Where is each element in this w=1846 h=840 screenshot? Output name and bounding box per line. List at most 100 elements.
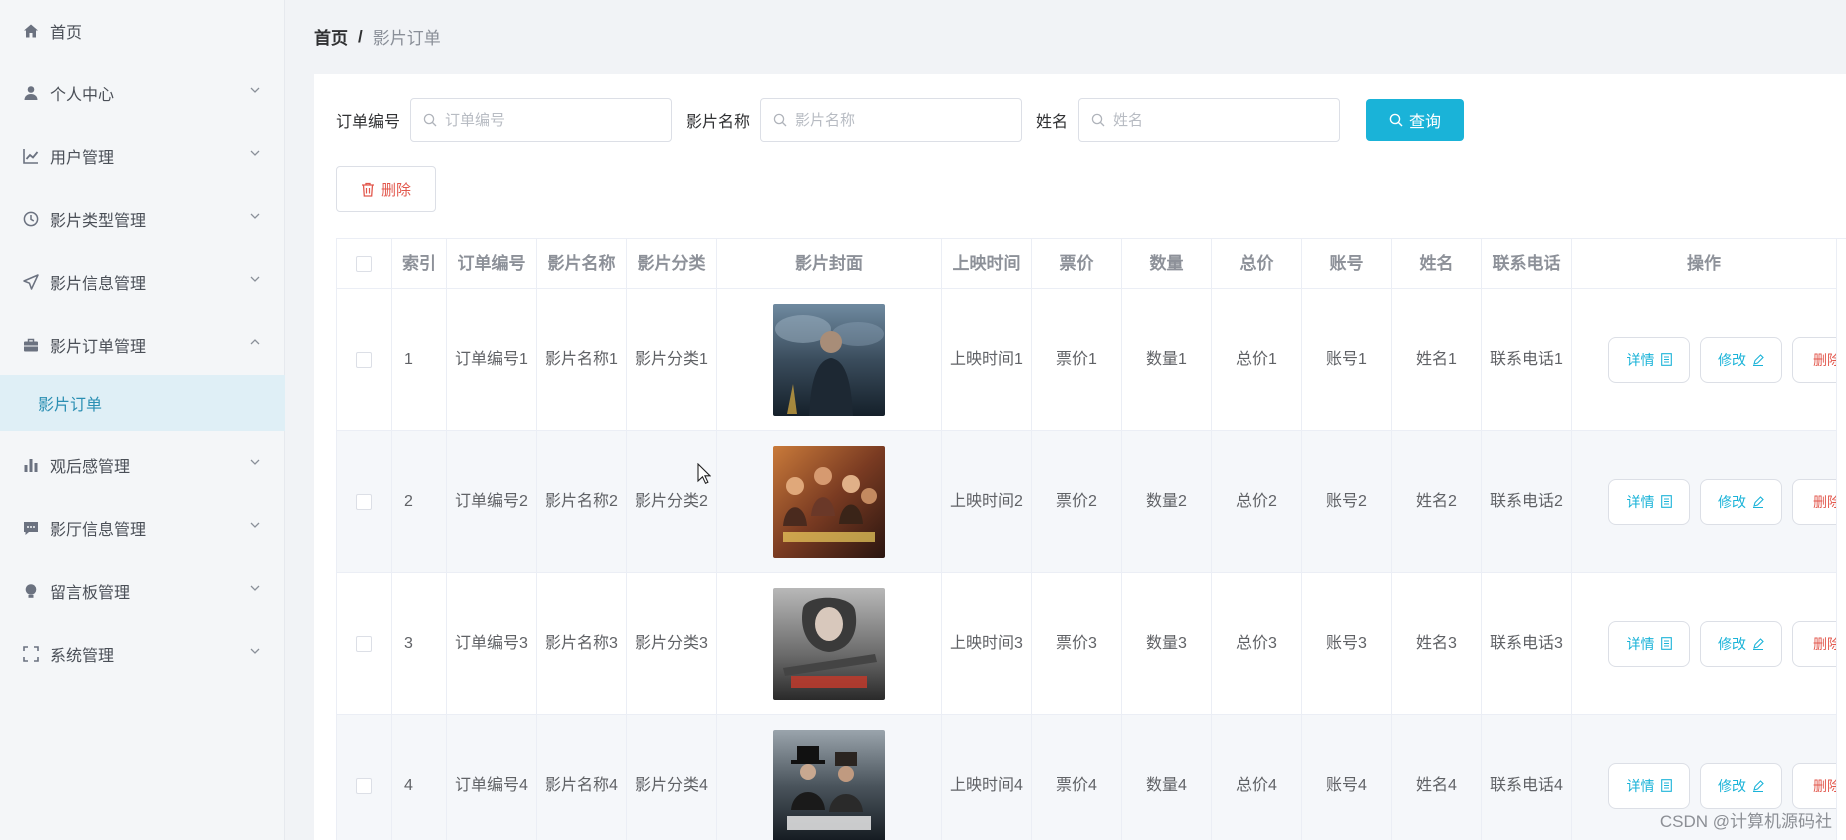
header-cell: 总价 — [1212, 239, 1302, 289]
detail-button-label: 详情 — [1626, 493, 1655, 510]
sidebar-item-label: 系统管理 — [50, 648, 115, 665]
order-no-cell: 订单编号1 — [447, 289, 537, 431]
sidebar-subitem-movie-order[interactable]: 影片订单 — [0, 375, 285, 431]
fullscreen-icon — [22, 645, 40, 663]
watermark: CSDN @计算机源码社 — [1659, 812, 1832, 831]
remove-button[interactable]: 删除 — [1792, 336, 1836, 383]
edit-button[interactable]: 修改 — [1700, 762, 1782, 809]
header-cell: 票价 — [1032, 239, 1122, 289]
row-select-cell — [337, 289, 392, 431]
header-cell: 影片封面 — [717, 239, 942, 289]
index-cell: 3 — [392, 573, 447, 715]
chevron-down-icon — [250, 585, 260, 591]
cover-cell — [717, 289, 942, 431]
sidebar-item-label: 影片信息管理 — [50, 276, 147, 293]
release-time-cell: 上映时间3 — [942, 573, 1032, 715]
chevron-down-icon — [250, 213, 260, 219]
detail-button-label: 详情 — [1626, 777, 1655, 794]
order-no-cell: 订单编号2 — [447, 431, 537, 573]
chevron-down-icon — [250, 276, 260, 282]
cover-cell — [717, 573, 942, 715]
query-button-label: 查询 — [1409, 114, 1442, 131]
movie-cover-image[interactable] — [773, 445, 885, 558]
remove-button-label: 删除 — [1813, 777, 1836, 794]
sidebar-item-system-management[interactable]: 系统管理 — [0, 623, 285, 685]
row-checkbox[interactable] — [356, 635, 372, 652]
edit-button[interactable]: 修改 — [1700, 336, 1782, 383]
sidebar-item-message-board-management[interactable]: 留言板管理 — [0, 560, 285, 622]
name-input-wrapper — [1078, 98, 1341, 142]
briefcase-icon — [22, 336, 40, 354]
sidebar-item-review-management[interactable]: 观后感管理 — [0, 434, 285, 496]
delete-button[interactable]: 删除 — [336, 166, 436, 212]
name-cell: 姓名1 — [1392, 289, 1482, 431]
breadcrumb-home[interactable]: 首页 — [314, 24, 348, 49]
release-time-cell: 上映时间1 — [942, 289, 1032, 431]
edit-icon — [1753, 637, 1764, 650]
movie-name-cell: 影片名称3 — [537, 573, 627, 715]
edit-button[interactable]: 修改 — [1700, 620, 1782, 667]
chevron-down-icon — [250, 150, 260, 156]
total-cell: 总价3 — [1212, 573, 1302, 715]
edit-button[interactable]: 修改 — [1700, 478, 1782, 525]
quantity-cell: 数量3 — [1122, 573, 1212, 715]
mouse-cursor-icon — [697, 463, 711, 485]
row-checkbox[interactable] — [356, 777, 372, 794]
table-row: 4 订单编号4 影片名称4 影片分类4 上映时间4 票价4 数量4 总价4 账号… — [337, 715, 1846, 840]
sidebar-item-movie-order-management[interactable]: 影片订单管理 — [0, 314, 285, 376]
sidebar-item-personal-center[interactable]: 个人中心 — [0, 62, 285, 124]
breadcrumb-current: 影片订单 — [372, 29, 441, 48]
select-all-checkbox[interactable] — [356, 255, 372, 272]
header-cell: 索引 — [392, 239, 447, 289]
sidebar-item-user-management[interactable]: 用户管理 — [0, 125, 285, 187]
sidebar-item-hall-management[interactable]: 影厅信息管理 — [0, 497, 285, 559]
movie-cover-image[interactable] — [773, 303, 885, 416]
row-checkbox[interactable] — [356, 493, 372, 510]
table-body: 1 订单编号1 影片名称1 影片分类1 上映时间1 票价1 数量1 总价1 账号… — [337, 289, 1846, 840]
detail-button[interactable]: 详情 — [1608, 762, 1690, 809]
actions-cell: 详情 修改 删除 — [1572, 573, 1837, 715]
name-cell: 姓名3 — [1392, 573, 1482, 715]
price-cell: 票价3 — [1032, 573, 1122, 715]
remove-button[interactable]: 删除 — [1792, 478, 1836, 525]
quantity-cell: 数量2 — [1122, 431, 1212, 573]
phone-cell: 联系电话4 — [1482, 715, 1572, 840]
detail-button[interactable]: 详情 — [1608, 336, 1690, 383]
sidebar-subitem-label: 影片订单 — [38, 397, 103, 414]
edit-button-label: 修改 — [1718, 493, 1746, 510]
order-no-input[interactable] — [445, 111, 656, 129]
sidebar-item-movie-info-management[interactable]: 影片信息管理 — [0, 251, 285, 313]
remove-button[interactable]: 删除 — [1792, 620, 1836, 667]
movie-cover-image[interactable] — [773, 587, 885, 700]
order-no-input-wrapper — [410, 98, 673, 142]
sidebar-item-movie-type-management[interactable]: 影片类型管理 — [0, 188, 285, 250]
detail-button[interactable]: 详情 — [1608, 478, 1690, 525]
row-checkbox[interactable] — [356, 351, 372, 368]
delete-button-label: 删除 — [380, 181, 411, 199]
row-select-cell — [337, 573, 392, 715]
detail-button[interactable]: 详情 — [1608, 620, 1690, 667]
index-cell: 1 — [392, 289, 447, 431]
movie-name-cell: 影片名称1 — [537, 289, 627, 431]
name-input[interactable] — [1113, 111, 1324, 129]
movie-cover-image[interactable] — [773, 729, 885, 840]
bulb-icon — [22, 582, 40, 600]
sidebar: 首页 个人中心 用户管理 影片类型管理 影片信息管理 影片订单管理 影片订单 观… — [0, 0, 285, 840]
total-cell: 总价1 — [1212, 289, 1302, 431]
order-no-cell: 订单编号3 — [447, 573, 537, 715]
movie-name-input[interactable] — [795, 111, 1006, 129]
name-cell: 姓名4 — [1392, 715, 1482, 840]
query-button[interactable]: 查询 — [1366, 99, 1465, 141]
name-cell: 姓名2 — [1392, 431, 1482, 573]
search-bar: 订单编号 影片名称 姓名 查询 — [336, 98, 1465, 142]
remove-button[interactable]: 删除 — [1792, 762, 1836, 809]
breadcrumb-separator: / — [358, 26, 363, 46]
header-cell: 订单编号 — [447, 239, 537, 289]
orders-table: 索引 订单编号 影片名称 影片分类 影片封面 上映时间 票价 数量 总价 账号 … — [336, 238, 1846, 840]
document-icon — [1660, 637, 1672, 650]
remove-button-label: 删除 — [1813, 493, 1836, 510]
sidebar-item-home[interactable]: 首页 — [0, 0, 285, 62]
chevron-down-icon — [250, 459, 260, 465]
actions-cell: 详情 修改 删除 — [1572, 289, 1837, 431]
edit-icon — [1753, 495, 1764, 508]
